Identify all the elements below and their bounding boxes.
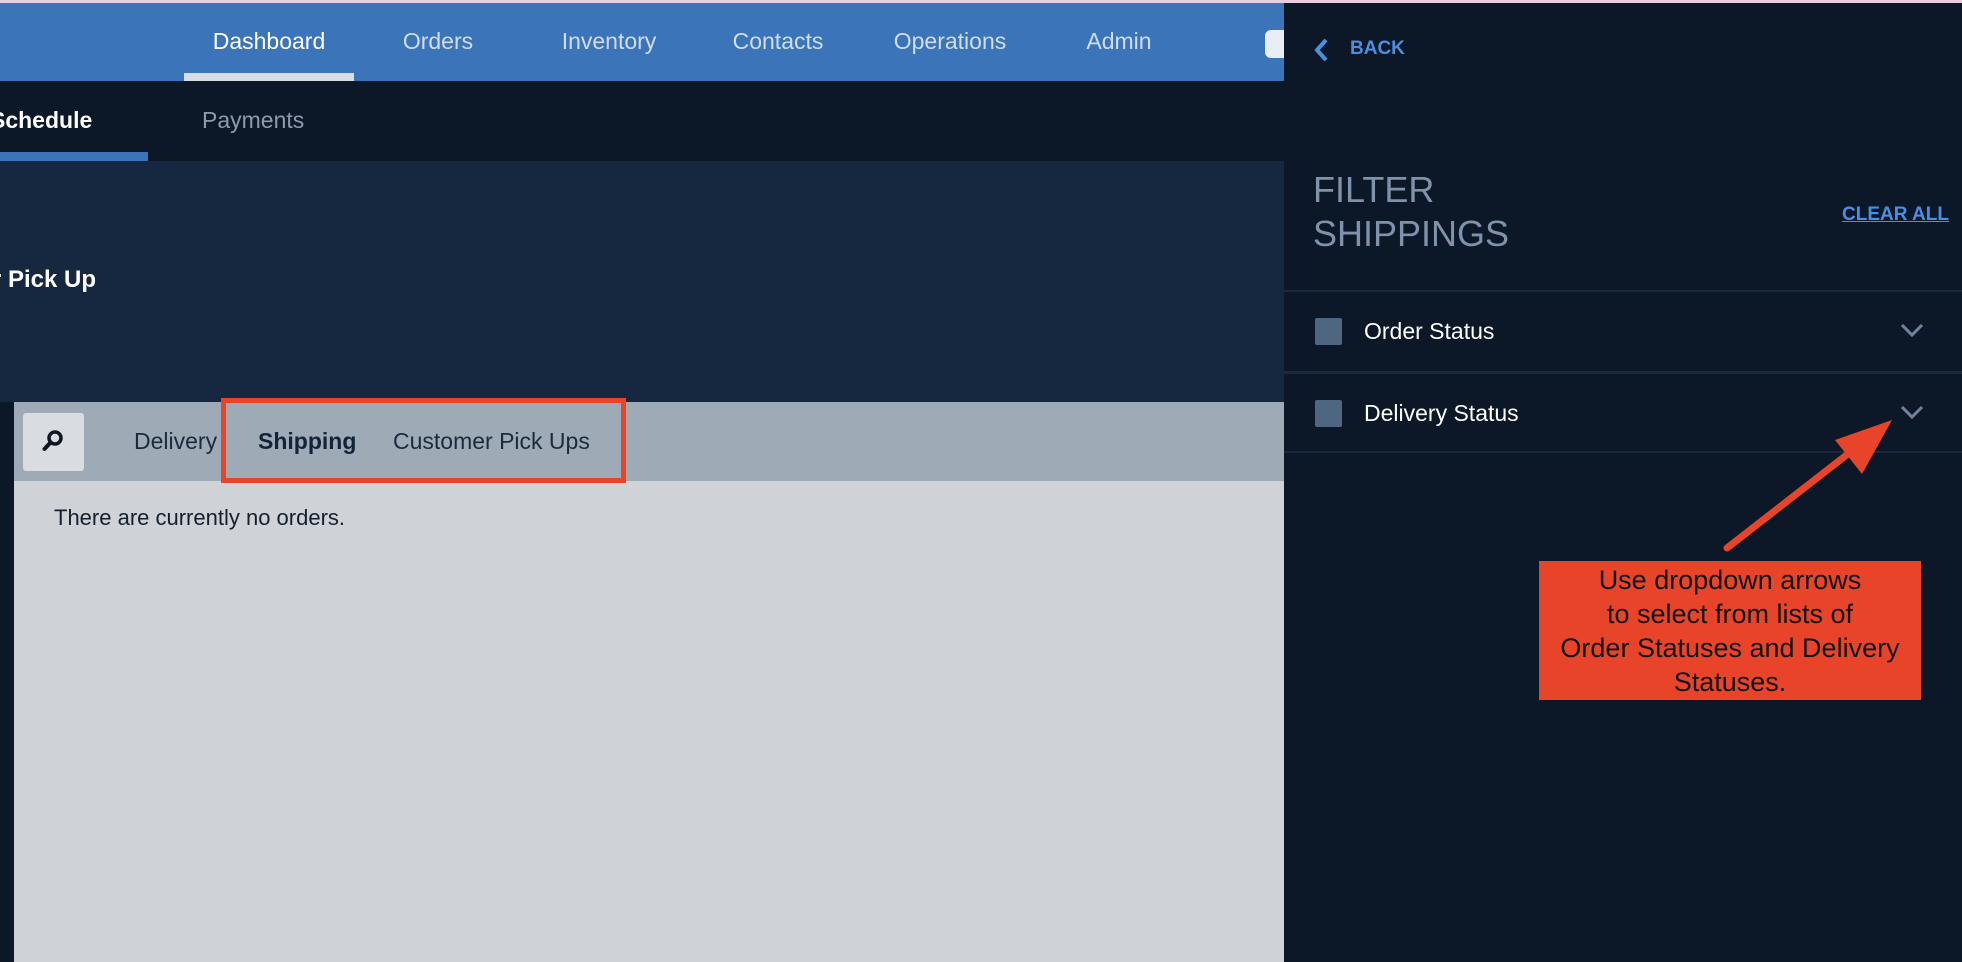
nav-admin-label: Admin xyxy=(1086,28,1152,54)
tab-schedule[interactable]: Schedule xyxy=(0,81,148,161)
order-status-checkbox[interactable] xyxy=(1315,318,1342,345)
callout-line-1: Use dropdown arrows xyxy=(1598,565,1862,595)
nav-operations-label: Operations xyxy=(893,28,1007,54)
order-status-label: Order Status xyxy=(1364,318,1495,344)
callout-line-3: Order Statuses and Delivery xyxy=(1560,633,1900,663)
tab-schedule-label: Schedule xyxy=(0,107,93,133)
tab-payments-label: Payments xyxy=(202,107,305,133)
filter-delivery-status[interactable]: Delivery Status xyxy=(1284,371,1962,452)
top-navigation: Dashboard Orders Inventory Contacts Oper… xyxy=(0,0,1287,82)
panel-top-border xyxy=(1284,0,1962,3)
back-label: BACK xyxy=(1350,38,1405,59)
search-icon xyxy=(42,430,63,451)
nav-admin[interactable]: Admin xyxy=(1073,3,1165,81)
tab-payments[interactable]: Payments xyxy=(202,81,312,161)
filter-panel-title: FILTER SHIPPINGS xyxy=(1313,168,1573,256)
nav-dashboard[interactable]: Dashboard xyxy=(184,3,354,82)
nav-orders-label: Orders xyxy=(402,28,474,54)
tab-delivery-label: Delivery xyxy=(134,428,218,454)
app-window: Dashboard Orders Inventory Contacts Oper… xyxy=(0,0,1962,962)
nav-operations[interactable]: Operations xyxy=(885,3,1015,81)
nav-inventory[interactable]: Inventory xyxy=(548,3,670,81)
sub-navigation: Schedule Payments xyxy=(0,81,1284,161)
filter-panel xyxy=(1284,0,1962,962)
page-header xyxy=(0,161,1284,402)
filter-divider xyxy=(1284,451,1962,453)
tab-delivery[interactable]: Delivery xyxy=(134,402,217,481)
chevron-left-icon xyxy=(1314,38,1328,62)
chevron-down-icon[interactable] xyxy=(1900,322,1924,338)
nav-inventory-label: Inventory xyxy=(561,28,657,54)
clear-all-link[interactable]: CLEAR ALL xyxy=(1842,204,1949,226)
search-button[interactable] xyxy=(23,413,84,471)
filter-order-status[interactable]: Order Status xyxy=(1284,290,1962,371)
back-button[interactable]: BACK xyxy=(1313,34,1405,64)
annotation-callout: Use dropdown arrows to select from lists… xyxy=(1539,561,1921,700)
chevron-down-icon[interactable] xyxy=(1900,404,1924,420)
callout-line-4: Statuses. xyxy=(1673,667,1787,697)
delivery-status-label: Delivery Status xyxy=(1364,400,1519,426)
empty-state-message: There are currently no orders. xyxy=(54,505,346,530)
nav-orders[interactable]: Orders xyxy=(388,3,488,81)
active-tab-indicator xyxy=(0,152,148,161)
orders-panel xyxy=(14,402,1284,962)
delivery-status-checkbox[interactable] xyxy=(1315,400,1342,427)
nav-contacts-label: Contacts xyxy=(732,28,824,54)
filter-title-line-1: FILTER xyxy=(1313,169,1435,210)
filter-title-line-2: SHIPPINGS xyxy=(1313,213,1510,254)
annotation-highlight-box xyxy=(221,398,626,483)
nav-dashboard-label: Dashboard xyxy=(212,28,326,54)
panel-edge xyxy=(0,402,14,962)
page-title: r Pick Up xyxy=(0,266,97,293)
nav-contacts[interactable]: Contacts xyxy=(720,3,836,81)
callout-line-2: to select from lists of xyxy=(1606,599,1854,629)
